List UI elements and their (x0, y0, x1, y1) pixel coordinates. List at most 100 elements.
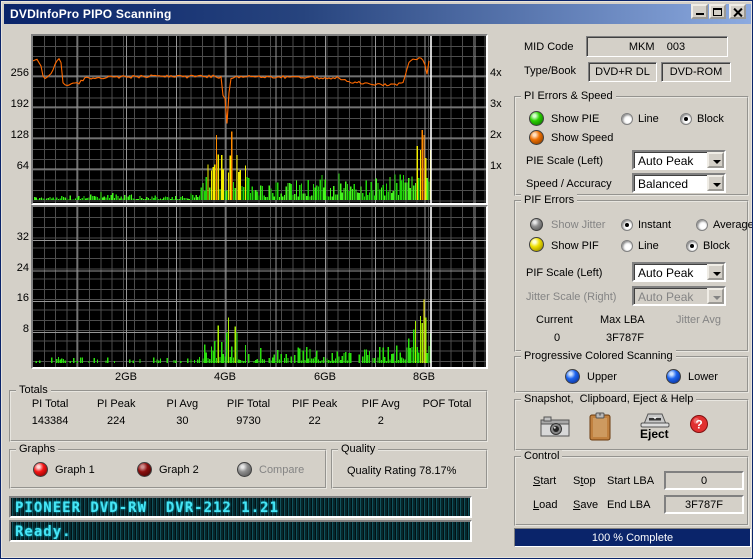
compare-label: Compare (259, 464, 305, 476)
stop-button[interactable]: Stop (573, 475, 596, 487)
drive-info-display: PIONEER DVD-RW DVR-212 1.21 (9, 496, 472, 518)
pif-errors-group: PIF Errors Show Jitter Instant Average S… (514, 194, 752, 352)
pif-graph (31, 205, 488, 369)
quality-rating: Quality Rating 78.17% (347, 465, 457, 477)
start-lba-field[interactable]: 0 (664, 471, 744, 490)
progressive-scanning-title: Progressive Colored Scanning (521, 350, 676, 362)
mid-code-label: MID Code (524, 41, 574, 53)
status-display: Ready. (9, 520, 472, 542)
load-button[interactable]: Load (533, 499, 557, 511)
show-pif-label: Show PIF (551, 240, 599, 252)
pie-scale-dropdown-button[interactable] (707, 152, 724, 168)
show-pie-led-button[interactable] (529, 111, 544, 126)
start-button[interactable]: Start (533, 475, 556, 487)
book-type-text: DVD-ROM (669, 66, 723, 78)
jitter-scale-label: Jitter Scale (Right) (526, 291, 617, 303)
pif-line-radio[interactable] (621, 240, 633, 252)
totals-value: 30 (176, 415, 189, 427)
show-pif-led-button[interactable] (529, 237, 544, 252)
max-lba-value: 3F787F (606, 332, 644, 344)
compare-led-button[interactable] (237, 462, 252, 477)
pif-plot (33, 207, 486, 367)
lower-led-button[interactable] (666, 369, 681, 384)
pif-block-radio[interactable] (686, 240, 698, 252)
pie-line-radio[interactable] (621, 113, 633, 125)
graph2-led-button[interactable] (137, 462, 152, 477)
close-button[interactable] (729, 4, 746, 19)
speed-tick-4x: 4x (490, 67, 502, 79)
pif-block-label: Block (703, 240, 730, 252)
snapshot-button[interactable] (540, 415, 570, 440)
eject-button[interactable]: Eject (638, 411, 672, 441)
current-label: Current (536, 314, 573, 326)
svg-text:?: ? (695, 418, 702, 432)
start-lba-value: 0 (700, 474, 708, 487)
snapshot-group: Snapshot, Clipboard, Eject & Help Eject … (514, 393, 749, 451)
save-button[interactable]: Save (573, 499, 598, 511)
clipboard-icon (589, 412, 611, 441)
totals-header: PI Avg (166, 398, 199, 410)
quality-group: Quality Quality Rating 78.17% (331, 443, 488, 489)
title-bar[interactable]: DVDInfoPro PIPO Scanning (4, 4, 751, 24)
x-tick-4gb: 4GB (213, 371, 236, 383)
max-lba-label: Max LBA (600, 314, 645, 326)
upper-led-button[interactable] (565, 369, 580, 384)
x-tick-2gb: 2GB (114, 371, 137, 383)
show-jitter-led-button[interactable] (530, 218, 543, 231)
pie-block-radio[interactable] (680, 113, 692, 125)
pie-block-label: Block (697, 113, 724, 125)
jitter-scale-select: Auto Peak (632, 286, 726, 306)
pif-scale-dropdown-button[interactable] (707, 264, 724, 280)
camera-icon (540, 416, 570, 437)
chevron-down-icon (713, 272, 721, 276)
drive-info-text: PIONEER DVD-RW DVR-212 1.21 (15, 500, 280, 516)
y-tick-64: 64 (16, 160, 29, 172)
lower-label: Lower (688, 371, 718, 383)
end-lba-value: 3F787F (685, 498, 723, 511)
chevron-down-icon (713, 183, 721, 187)
help-button[interactable]: ? (689, 414, 709, 437)
speed-accuracy-dropdown-button[interactable] (707, 175, 724, 191)
graphs-group: Graphs Graph 1 Graph 2 Compare (9, 443, 327, 489)
pif-errors-title: PIF Errors (521, 194, 578, 206)
speed-accuracy-label: Speed / Accuracy (526, 178, 612, 190)
pi-errors-speed-title: PI Errors & Speed (521, 90, 616, 102)
totals-value: 22 (308, 415, 321, 427)
maximize-button[interactable] (709, 4, 726, 19)
graphs-title: Graphs (16, 443, 59, 455)
end-lba-field[interactable]: 3F787F (664, 495, 744, 514)
y-tick-128: 128 (10, 129, 29, 141)
pif-line-label: Line (638, 240, 659, 252)
y-tick-8: 8 (22, 323, 29, 335)
help-icon: ? (690, 415, 708, 433)
jitter-instant-radio[interactable] (621, 219, 633, 231)
show-speed-label: Show Speed (551, 132, 614, 144)
pif-scale-select[interactable]: Auto Peak (632, 262, 726, 282)
y-tick-32: 32 (16, 231, 29, 243)
book-type-value: DVD-ROM (661, 62, 731, 82)
show-pie-label: Show PIE (551, 113, 600, 125)
y-tick-192: 192 (10, 98, 29, 110)
progress-text: 100 % Complete (591, 531, 674, 544)
totals-value: 2 (377, 415, 384, 427)
jitter-scale-dropdown-button (707, 288, 724, 304)
clipboard-button[interactable] (588, 412, 612, 444)
app-window: DVDInfoPro PIPO Scanning 256 192 128 64 … (0, 0, 753, 559)
minimize-button[interactable] (691, 4, 708, 19)
control-group: Control Start Stop Start LBA 0 Load Save… (514, 450, 749, 526)
x-tick-6gb: 6GB (313, 371, 336, 383)
type-book-label: Type/Book (524, 65, 576, 77)
pie-scale-select[interactable]: Auto Peak (632, 150, 726, 170)
graph1-led-button[interactable] (33, 462, 48, 477)
current-value: 0 (553, 332, 561, 344)
disc-type-text: DVD+R DL (595, 66, 650, 78)
disc-type-value: DVD+R DL (588, 62, 657, 82)
pie-speed-graph (31, 34, 488, 205)
totals-values: 143384 224 30 9730 22 2 (17, 415, 480, 427)
progress-bar: 100 % Complete (514, 528, 751, 547)
show-speed-led-button[interactable] (529, 130, 544, 145)
totals-header: PI Peak (96, 398, 136, 410)
jitter-average-radio[interactable] (696, 219, 708, 231)
speed-accuracy-select[interactable]: Balanced (632, 173, 726, 193)
pif-scale-value: Auto Peak (638, 266, 694, 280)
